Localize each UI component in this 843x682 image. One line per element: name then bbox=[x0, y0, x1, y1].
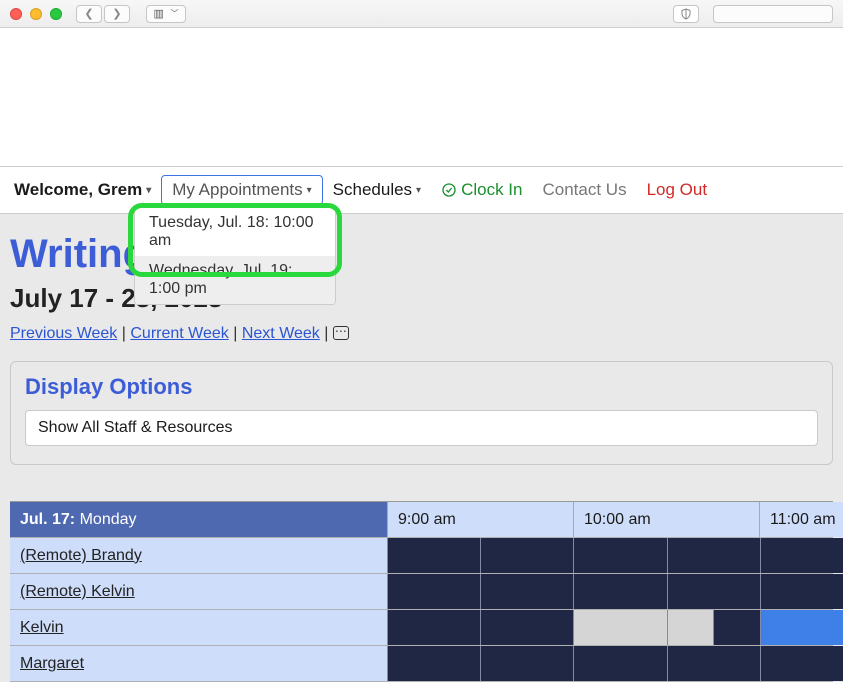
staff-link[interactable]: (Remote) Kelvin bbox=[20, 583, 135, 601]
appointment-item[interactable]: Tuesday, Jul. 18: 10:00 am bbox=[135, 208, 335, 256]
staff-link[interactable]: (Remote) Brandy bbox=[20, 547, 142, 565]
minimize-window-icon[interactable] bbox=[30, 8, 42, 20]
time-slot[interactable] bbox=[760, 646, 843, 681]
previous-week-link[interactable]: Previous Week bbox=[10, 325, 117, 342]
slots bbox=[387, 610, 843, 645]
time-slot-half[interactable] bbox=[668, 610, 714, 645]
chevron-down-icon: ▾ bbox=[416, 185, 421, 196]
time-slot[interactable] bbox=[573, 538, 666, 573]
display-options-heading: Display Options bbox=[25, 374, 818, 400]
welcome-menu[interactable]: Welcome, Grem ▾ bbox=[4, 176, 161, 204]
time-slot[interactable] bbox=[760, 574, 843, 609]
time-slot[interactable] bbox=[480, 646, 573, 681]
contact-us-label: Contact Us bbox=[543, 180, 627, 199]
day-short: Jul. 17: bbox=[20, 511, 75, 529]
time-header-cell: 9:00 am bbox=[387, 502, 573, 537]
day-name: Monday bbox=[80, 511, 137, 529]
time-slot[interactable] bbox=[480, 538, 573, 573]
zoom-window-icon[interactable] bbox=[50, 8, 62, 20]
log-out-label: Log Out bbox=[647, 180, 708, 199]
time-header-cell: 10:00 am bbox=[573, 502, 759, 537]
schedule-header-row: Jul. 17: Monday 9:00 am 10:00 am 11:00 a… bbox=[10, 502, 833, 538]
schedule-row: (Remote) Brandy bbox=[10, 538, 833, 574]
staff-link[interactable]: Kelvin bbox=[20, 619, 64, 637]
shield-icon bbox=[680, 8, 692, 20]
check-circle-icon bbox=[441, 182, 457, 198]
clock-in-button[interactable]: Clock In bbox=[431, 176, 532, 204]
time-slot[interactable] bbox=[760, 538, 843, 573]
schedule-grid: Jul. 17: Monday 9:00 am 10:00 am 11:00 a… bbox=[10, 501, 833, 682]
my-appointments-menu[interactable]: My Appointments ▾ bbox=[161, 175, 322, 205]
slots bbox=[387, 574, 843, 609]
schedules-label: Schedules bbox=[333, 180, 412, 199]
sidebar-toggle-button[interactable]: ▥ ﹀ bbox=[146, 5, 186, 23]
main-menubar: Welcome, Grem ▾ My Appointments ▾ Schedule… bbox=[0, 167, 843, 213]
time-slot[interactable] bbox=[573, 646, 666, 681]
schedule-row: Kelvin bbox=[10, 610, 833, 646]
appointment-item[interactable]: Wednesday, Jul. 19: 1:00 pm bbox=[135, 256, 335, 304]
clock-in-label: Clock In bbox=[461, 180, 522, 200]
my-appointments-label: My Appointments bbox=[172, 180, 302, 199]
window-titlebar: ❮ ❯ ▥ ﹀ bbox=[0, 0, 843, 28]
schedule-row: (Remote) Kelvin bbox=[10, 574, 833, 610]
display-options-panel: Display Options Show All Staff & Resourc… bbox=[10, 361, 833, 465]
traffic-lights bbox=[10, 8, 62, 20]
time-slot[interactable] bbox=[667, 538, 760, 573]
time-slot[interactable] bbox=[387, 574, 480, 609]
my-appointments-dropdown: Tuesday, Jul. 18: 10:00 am Wednesday, Ju… bbox=[134, 207, 336, 305]
schedules-menu[interactable]: Schedules ▾ bbox=[323, 176, 431, 204]
log-out-link[interactable]: Log Out bbox=[637, 176, 718, 204]
schedule-row: Margaret bbox=[10, 646, 833, 682]
time-slot[interactable] bbox=[387, 646, 480, 681]
privacy-shield-button[interactable] bbox=[673, 5, 699, 23]
time-slot[interactable] bbox=[573, 610, 666, 645]
nav-buttons: ❮ ❯ bbox=[76, 5, 130, 23]
time-slot[interactable] bbox=[387, 610, 480, 645]
chevron-down-icon: ▾ bbox=[146, 185, 151, 196]
sidebar-icon: ▥ bbox=[154, 7, 164, 20]
chevron-down-icon: ﹀ bbox=[170, 8, 178, 19]
chevron-down-icon: ▾ bbox=[307, 185, 312, 196]
time-slot[interactable] bbox=[480, 574, 573, 609]
staff-name-cell: Margaret bbox=[10, 646, 387, 681]
welcome-label: Welcome, Grem bbox=[14, 180, 142, 199]
slots bbox=[387, 646, 843, 681]
slots bbox=[387, 538, 843, 573]
staff-link[interactable]: Margaret bbox=[20, 655, 84, 673]
time-slot[interactable] bbox=[573, 574, 666, 609]
current-week-link[interactable]: Current Week bbox=[130, 325, 228, 342]
staff-name-cell: (Remote) Brandy bbox=[10, 538, 387, 573]
time-slot[interactable] bbox=[387, 538, 480, 573]
day-header-cell: Jul. 17: Monday bbox=[10, 502, 387, 537]
time-slot-half[interactable] bbox=[713, 610, 760, 645]
time-slot[interactable] bbox=[760, 610, 843, 645]
contact-us-link[interactable]: Contact Us bbox=[533, 176, 637, 204]
calendar-icon[interactable] bbox=[333, 326, 349, 340]
next-week-link[interactable]: Next Week bbox=[242, 325, 320, 342]
time-slot[interactable] bbox=[667, 610, 760, 645]
address-field[interactable] bbox=[713, 5, 833, 23]
back-button[interactable]: ❮ bbox=[76, 5, 102, 23]
close-window-icon[interactable] bbox=[10, 8, 22, 20]
time-slot[interactable] bbox=[480, 610, 573, 645]
staff-name-cell: (Remote) Kelvin bbox=[10, 574, 387, 609]
staff-resources-select[interactable]: Show All Staff & Resources bbox=[25, 410, 818, 446]
header-whitespace bbox=[0, 28, 843, 166]
forward-button[interactable]: ❯ bbox=[104, 5, 130, 23]
time-slot[interactable] bbox=[667, 574, 760, 609]
week-navigation: Previous Week | Current Week | Next Week… bbox=[10, 324, 833, 343]
time-header-cell: 11:00 am bbox=[759, 502, 843, 537]
time-slot[interactable] bbox=[667, 646, 760, 681]
staff-name-cell: Kelvin bbox=[10, 610, 387, 645]
